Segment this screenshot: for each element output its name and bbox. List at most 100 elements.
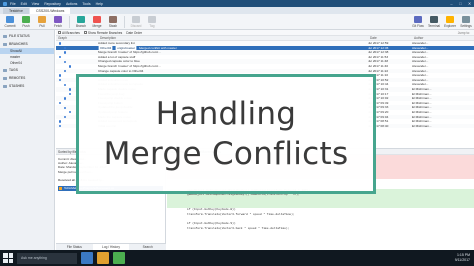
- explorer-taskbar-icon[interactable]: [97, 252, 109, 264]
- sidebar-section-title: STASHES: [9, 84, 25, 88]
- explorer-label: Explorer: [444, 23, 456, 28]
- commit-dot-icon: [64, 46, 67, 50]
- terminal-label: Terminal: [427, 23, 441, 28]
- minimize-icon[interactable]: –: [447, 0, 456, 7]
- show-remote-label: Show Remote Branches: [87, 30, 123, 35]
- commit-dot-icon: [59, 124, 62, 128]
- fetch-button[interactable]: Fetch: [50, 15, 66, 28]
- sidebar-section-title: FILE STATUS: [9, 34, 30, 38]
- toolbar-separator: [69, 15, 70, 28]
- commit-button[interactable]: Commit: [2, 15, 18, 28]
- taskbar-search-input[interactable]: Ask me anything: [17, 252, 77, 264]
- sidebar-section-title: BRANCHES: [9, 42, 28, 46]
- windows-start-icon[interactable]: [3, 253, 13, 263]
- column-graph[interactable]: Graph: [56, 36, 98, 40]
- push-button[interactable]: Push: [18, 15, 34, 28]
- checkbox-icon: [58, 30, 61, 34]
- modified-file-icon: [59, 187, 62, 191]
- pull-button[interactable]: Pull: [34, 15, 50, 28]
- main-toolbar: Commit Push Pull Fetch Branch Merge Stash Disca…: [0, 14, 474, 30]
- commit-dot-icon: [69, 111, 72, 114]
- settings-button[interactable]: Settings: [458, 15, 474, 28]
- discard-icon: [132, 15, 140, 23]
- merge-label: Merge: [92, 23, 102, 28]
- tag-label: Tag: [149, 23, 155, 28]
- discard-label: Discard: [130, 23, 142, 28]
- commit-dot-icon: [64, 115, 67, 119]
- sidebar-section-tags[interactable]: TAGS: [0, 66, 54, 74]
- commit-dot-icon: [64, 60, 67, 63]
- file-status-icon: [3, 34, 7, 38]
- order-dropdown[interactable]: Date Order: [126, 31, 142, 35]
- commit-dot-icon: [64, 51, 67, 54]
- close-icon[interactable]: ✕: [465, 0, 474, 7]
- column-date[interactable]: Date: [368, 36, 412, 40]
- commit-message: Merged conflict with master: [139, 45, 177, 50]
- commit-message: Changed capsule color to blue: [98, 59, 140, 64]
- pull-label: Pull: [39, 23, 45, 28]
- title-bar: File Edit View Repository Actions Tools Help –…: [0, 0, 474, 7]
- browser-taskbar-icon[interactable]: [113, 252, 125, 264]
- stash-button[interactable]: Stash: [105, 15, 121, 28]
- sidebar: FILE STATUS BRANCHES ShowAll master Other04 T…: [0, 30, 55, 250]
- column-author[interactable]: Author: [412, 36, 462, 40]
- menu-item-tools[interactable]: Tools: [82, 2, 90, 6]
- explorer-button[interactable]: Explorer: [442, 15, 458, 28]
- menu-item-file[interactable]: File: [10, 2, 16, 6]
- system-tray-clock[interactable]: 1:15 PM 9/11/2017: [455, 253, 470, 263]
- commit-dot-icon: [59, 101, 62, 105]
- menu-bar: File Edit View Repository Actions Tools Help: [10, 2, 103, 6]
- commit-dot-icon: [69, 88, 72, 91]
- commit-dot-icon: [64, 83, 67, 86]
- fetch-icon: [54, 15, 62, 23]
- column-description[interactable]: Description: [98, 36, 368, 40]
- show-remote-checkbox[interactable]: Show Remote Branches: [83, 30, 123, 35]
- window-controls: – □ ✕: [447, 0, 474, 7]
- commit-dot-icon: [64, 97, 67, 100]
- discard-button[interactable]: Discard: [128, 15, 144, 28]
- terminal-button[interactable]: Terminal: [426, 15, 442, 28]
- checkbox-icon: [83, 30, 87, 34]
- diff-line: [167, 241, 474, 246]
- commit-label: Commit: [4, 23, 16, 28]
- app-logo-icon: [3, 1, 7, 6]
- diff-code: transform.Translate(Vector3.forward * sp…: [187, 212, 295, 216]
- merge-icon: [93, 15, 101, 23]
- maximize-icon[interactable]: □: [456, 0, 465, 7]
- menu-item-edit[interactable]: Edit: [21, 2, 27, 6]
- sourcetree-taskbar-icon[interactable]: [81, 252, 93, 264]
- commit-dot-icon: [59, 74, 62, 77]
- pull-icon: [38, 15, 46, 23]
- sidebar-section-stashes[interactable]: STASHES: [0, 82, 54, 90]
- sidebar-section-branches[interactable]: BRANCHES: [0, 40, 54, 48]
- commit-message: Added a lot of capsule stuff: [98, 54, 136, 59]
- diff-code: transform.Translate(Vector3.back * speed…: [187, 226, 290, 230]
- remotes-icon: [3, 76, 7, 80]
- menu-item-view[interactable]: View: [32, 2, 40, 6]
- commit-message: Change capsule color to Other04: [98, 68, 144, 73]
- commit-message: Merge branch 'master' of https://github.…: [98, 63, 161, 68]
- menu-item-actions[interactable]: Actions: [66, 2, 77, 6]
- merge-button[interactable]: Merge: [89, 15, 105, 28]
- stash-icon: [109, 15, 117, 23]
- branch-button[interactable]: Branch: [73, 15, 89, 28]
- tags-icon: [3, 68, 7, 72]
- tag-button[interactable]: Tag: [144, 15, 160, 28]
- tag-icon: [148, 15, 156, 23]
- settings-icon: [462, 15, 470, 23]
- commit-dot-icon: [59, 120, 62, 123]
- view-tabs: File Status Log / History Search: [56, 243, 166, 250]
- sidebar-section-file-status[interactable]: FILE STATUS: [0, 32, 54, 40]
- jump-to-field[interactable]: Jump to:: [458, 31, 470, 35]
- old-line-number: [167, 241, 177, 246]
- os-taskbar: Ask me anything 1:15 PM 9/11/2017: [0, 250, 474, 266]
- commit-message: Added more secondary list: [98, 41, 135, 45]
- sidebar-section-remotes[interactable]: REMOTES: [0, 74, 54, 82]
- explorer-icon: [446, 15, 454, 23]
- git-flow-button[interactable]: Git Flow: [410, 15, 426, 28]
- menu-item-repository[interactable]: Repository: [44, 2, 61, 6]
- branch-filter-dropdown[interactable]: All Branches: [58, 30, 80, 35]
- repository-tabs: Testdrive CSS200-Windows: [0, 7, 474, 14]
- menu-item-help[interactable]: Help: [96, 2, 103, 6]
- commit-dot-icon: [69, 92, 72, 96]
